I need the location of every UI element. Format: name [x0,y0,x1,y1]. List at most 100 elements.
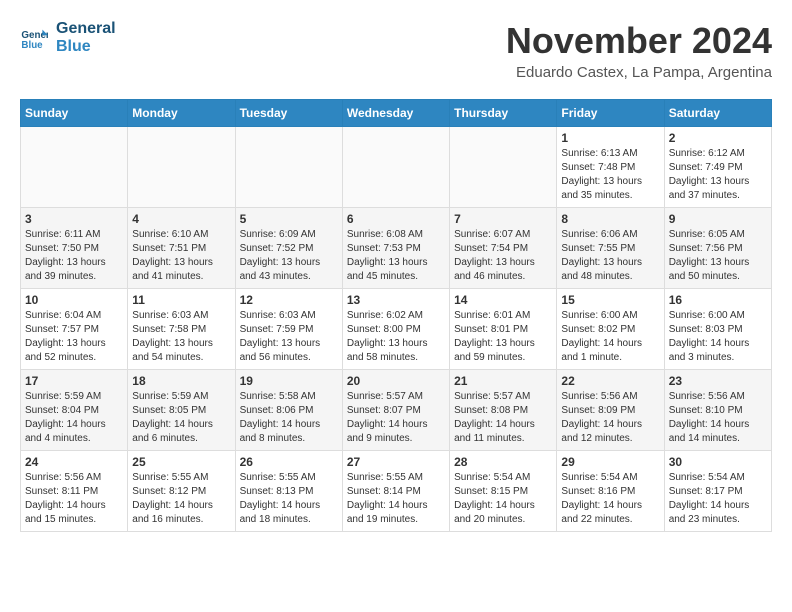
day-info: Sunrise: 5:55 AM Sunset: 8:12 PM Dayligh… [132,471,230,527]
day-number: 29 [561,455,659,469]
day-info: Sunrise: 6:09 AM Sunset: 7:52 PM Dayligh… [240,228,338,284]
day-info: Sunrise: 6:03 AM Sunset: 7:58 PM Dayligh… [132,309,230,365]
day-number: 13 [347,293,445,307]
day-number: 22 [561,374,659,388]
calendar-cell: 8 Sunrise: 6:06 AM Sunset: 7:55 PM Daylig… [557,208,664,289]
day-info: Sunrise: 6:11 AM Sunset: 7:50 PM Dayligh… [25,228,123,284]
day-number: 18 [132,374,230,388]
day-number: 16 [669,293,767,307]
calendar-cell: 4Sunrise: 6:10 AM Sunset: 7:51 PM Daylig… [128,208,235,289]
calendar-cell: 22 Sunrise: 5:56 AM Sunset: 8:09 PM Dayli… [557,370,664,451]
day-of-week-header: Tuesday [235,100,342,127]
day-of-week-header: Wednesday [342,100,449,127]
day-number: 30 [669,455,767,469]
day-info: Sunrise: 5:58 AM Sunset: 8:06 PM Dayligh… [240,390,338,446]
day-number: 7 [454,212,552,226]
day-number: 21 [454,374,552,388]
day-of-week-header: Friday [557,100,664,127]
calendar-cell: 29 Sunrise: 5:54 AM Sunset: 8:16 PM Dayli… [557,451,664,532]
day-number: 8 [561,212,659,226]
day-info: Sunrise: 6:05 AM Sunset: 7:56 PM Dayligh… [669,228,767,284]
day-number: 23 [669,374,767,388]
day-of-week-header: Monday [128,100,235,127]
day-number: 11 [132,293,230,307]
calendar-cell: 19 Sunrise: 5:58 AM Sunset: 8:06 PM Dayli… [235,370,342,451]
day-number: 24 [25,455,123,469]
calendar-cell: 28 Sunrise: 5:54 AM Sunset: 8:15 PM Dayli… [450,451,557,532]
calendar-cell: 13 Sunrise: 6:02 AM Sunset: 8:00 PM Dayli… [342,289,449,370]
day-info: Sunrise: 5:59 AM Sunset: 8:05 PM Dayligh… [132,390,230,446]
day-info: Sunrise: 6:13 AM Sunset: 7:48 PM Dayligh… [561,147,659,203]
day-info: Sunrise: 5:56 AM Sunset: 8:11 PM Dayligh… [25,471,123,527]
calendar-cell: 27 Sunrise: 5:55 AM Sunset: 8:14 PM Dayli… [342,451,449,532]
day-info: Sunrise: 5:55 AM Sunset: 8:13 PM Dayligh… [240,471,338,527]
calendar-cell [21,127,128,208]
day-of-week-header: Thursday [450,100,557,127]
calendar-cell: 25 Sunrise: 5:55 AM Sunset: 8:12 PM Dayli… [128,451,235,532]
day-number: 5 [240,212,338,226]
day-info: Sunrise: 5:54 AM Sunset: 8:16 PM Dayligh… [561,471,659,527]
calendar-cell: 7 Sunrise: 6:07 AM Sunset: 7:54 PM Daylig… [450,208,557,289]
calendar-cell: 23 Sunrise: 5:56 AM Sunset: 8:10 PM Dayli… [664,370,771,451]
logo-icon: General Blue [20,24,48,52]
day-number: 19 [240,374,338,388]
month-title: November 2024 [506,20,772,62]
calendar-cell: 16 Sunrise: 6:00 AM Sunset: 8:03 PM Dayli… [664,289,771,370]
calendar-cell: 30 Sunrise: 5:54 AM Sunset: 8:17 PM Dayli… [664,451,771,532]
calendar-cell [450,127,557,208]
day-number: 12 [240,293,338,307]
day-number: 6 [347,212,445,226]
calendar-cell: 21 Sunrise: 5:57 AM Sunset: 8:08 PM Dayli… [450,370,557,451]
day-info: Sunrise: 5:55 AM Sunset: 8:14 PM Dayligh… [347,471,445,527]
logo-text-line1: General [56,20,116,38]
day-info: Sunrise: 6:03 AM Sunset: 7:59 PM Dayligh… [240,309,338,365]
calendar-cell: 9 Sunrise: 6:05 AM Sunset: 7:56 PM Daylig… [664,208,771,289]
day-number: 2 [669,131,767,145]
calendar-cell [128,127,235,208]
calendar-cell: 18 Sunrise: 5:59 AM Sunset: 8:05 PM Dayli… [128,370,235,451]
day-number: 1 [561,131,659,145]
day-info: Sunrise: 6:02 AM Sunset: 8:00 PM Dayligh… [347,309,445,365]
calendar-cell: 15 Sunrise: 6:00 AM Sunset: 8:02 PM Dayli… [557,289,664,370]
day-info: Sunrise: 6:06 AM Sunset: 7:55 PM Dayligh… [561,228,659,284]
day-info: Sunrise: 5:59 AM Sunset: 8:04 PM Dayligh… [25,390,123,446]
day-number: 27 [347,455,445,469]
day-info: Sunrise: 6:08 AM Sunset: 7:53 PM Dayligh… [347,228,445,284]
day-info: Sunrise: 5:57 AM Sunset: 8:07 PM Dayligh… [347,390,445,446]
calendar-cell: 2Sunrise: 6:12 AM Sunset: 7:49 PM Daylig… [664,127,771,208]
day-info: Sunrise: 6:00 AM Sunset: 8:03 PM Dayligh… [669,309,767,365]
calendar-cell: 12 Sunrise: 6:03 AM Sunset: 7:59 PM Dayli… [235,289,342,370]
calendar-cell: 11 Sunrise: 6:03 AM Sunset: 7:58 PM Dayli… [128,289,235,370]
day-info: Sunrise: 6:04 AM Sunset: 7:57 PM Dayligh… [25,309,123,365]
day-number: 25 [132,455,230,469]
calendar-cell [342,127,449,208]
calendar-cell: 1 Sunrise: 6:13 AM Sunset: 7:48 PM Daylig… [557,127,664,208]
logo-text-line2: Blue [56,38,116,56]
calendar-cell: 10 Sunrise: 6:04 AM Sunset: 7:57 PM Dayli… [21,289,128,370]
day-number: 10 [25,293,123,307]
day-number: 20 [347,374,445,388]
logo: General Blue General Blue [20,20,116,55]
svg-text:Blue: Blue [21,39,43,50]
day-info: Sunrise: 5:57 AM Sunset: 8:08 PM Dayligh… [454,390,552,446]
day-number: 15 [561,293,659,307]
calendar-cell: 5 Sunrise: 6:09 AM Sunset: 7:52 PM Daylig… [235,208,342,289]
day-info: Sunrise: 5:54 AM Sunset: 8:15 PM Dayligh… [454,471,552,527]
calendar-cell: 3Sunrise: 6:11 AM Sunset: 7:50 PM Daylig… [21,208,128,289]
day-of-week-header: Saturday [664,100,771,127]
day-info: Sunrise: 6:01 AM Sunset: 8:01 PM Dayligh… [454,309,552,365]
day-number: 9 [669,212,767,226]
day-info: Sunrise: 5:54 AM Sunset: 8:17 PM Dayligh… [669,471,767,527]
day-info: Sunrise: 5:56 AM Sunset: 8:09 PM Dayligh… [561,390,659,446]
day-info: Sunrise: 5:56 AM Sunset: 8:10 PM Dayligh… [669,390,767,446]
calendar-cell: 24 Sunrise: 5:56 AM Sunset: 8:11 PM Dayli… [21,451,128,532]
day-of-week-header: Sunday [21,100,128,127]
day-number: 4 [132,212,230,226]
day-number: 28 [454,455,552,469]
day-number: 17 [25,374,123,388]
calendar-cell: 17 Sunrise: 5:59 AM Sunset: 8:04 PM Dayli… [21,370,128,451]
calendar-cell: 26Sunrise: 5:55 AM Sunset: 8:13 PM Dayli… [235,451,342,532]
calendar-cell: 20 Sunrise: 5:57 AM Sunset: 8:07 PM Dayli… [342,370,449,451]
day-info: Sunrise: 6:07 AM Sunset: 7:54 PM Dayligh… [454,228,552,284]
day-info: Sunrise: 6:00 AM Sunset: 8:02 PM Dayligh… [561,309,659,365]
